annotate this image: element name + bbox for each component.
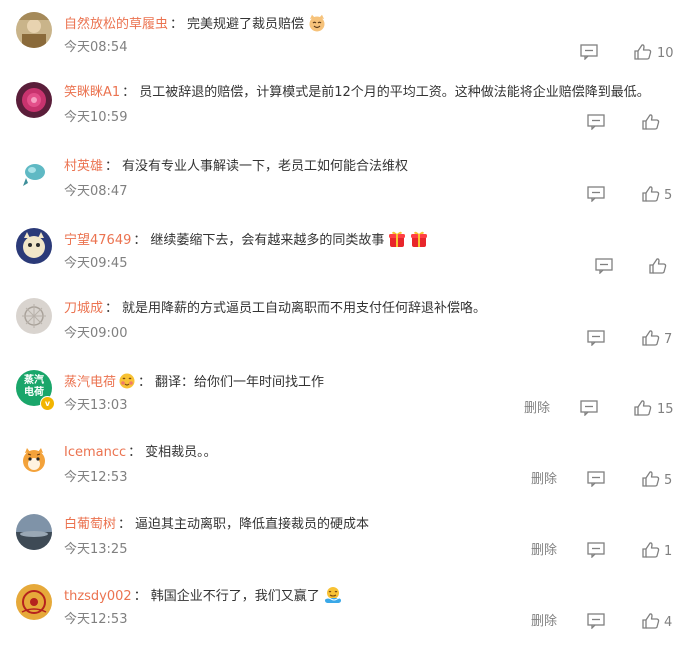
reply-icon[interactable] (587, 114, 605, 134)
username-link[interactable]: 白葡萄树 (64, 517, 116, 532)
username-link[interactable]: 蒸汽电荷 (64, 375, 116, 390)
avatar[interactable] (16, 514, 52, 550)
comment-time: 今天09:45 (64, 256, 128, 271)
comment-time: 今天13:25 (64, 542, 128, 557)
reply-icon[interactable] (587, 186, 605, 206)
comment-item: thzsdy002：韩国企业不行了，我们又赢了 今天12:53 删除 4 (0, 584, 690, 654)
avatar[interactable] (16, 298, 52, 334)
comment-item: 自然放松的草履虫：完美规避了裁员赔偿 今天08:54 10 (0, 12, 690, 82)
comment-item: 白葡萄树：逼迫其主动离职，降低直接裁员的硬成本 今天13:25 删除 1 (0, 514, 690, 584)
avatar[interactable] (16, 442, 52, 478)
avatar[interactable] (16, 12, 52, 48)
like-count: 5 (664, 473, 673, 488)
comment-time: 今天10:59 (64, 110, 128, 125)
reply-icon[interactable] (587, 613, 605, 633)
comment-text: 翻译：给你们一年时间找工作 (155, 375, 325, 390)
comment-item: 村英雄：有没有专业人事解读一下，老员工如何能合法维权 今天08:47 5 (0, 156, 690, 226)
verified-icon: v (40, 396, 55, 411)
comment-time: 今天12:53 (64, 470, 128, 485)
comment-text: 韩国企业不行了，我们又赢了 (150, 589, 320, 604)
avatar[interactable] (16, 228, 52, 264)
comment-text: 员工被辞退的赔偿，计算模式是前12个月的平均工资。这种做法能将企业赔偿降到最低。 (139, 85, 650, 100)
comment-text: 变相裁员。。 (145, 445, 217, 460)
reply-icon[interactable] (580, 400, 598, 420)
comment-time: 今天08:54 (64, 40, 128, 55)
like-count: 10 (657, 46, 674, 61)
like-icon[interactable] (642, 470, 660, 492)
username-link[interactable]: 宁望47649 (64, 233, 131, 248)
like-count: 15 (657, 402, 674, 417)
delete-button[interactable]: 删除 (531, 472, 557, 488)
username-link[interactable]: Icemancc (64, 445, 126, 460)
username-link[interactable]: 村英雄 (64, 159, 103, 174)
like-count: 1 (664, 544, 673, 559)
delete-button[interactable]: 删除 (524, 401, 550, 417)
avatar-text: 蒸汽 (24, 375, 44, 386)
comment-item: Icemancc：变相裁员。。 今天12:53 删除 5 (0, 442, 690, 512)
avatar[interactable] (16, 82, 52, 118)
like-icon[interactable] (642, 612, 660, 634)
comment-text: 逼迫其主动离职，降低直接裁员的硬成本 (135, 517, 370, 532)
delete-button[interactable]: 删除 (531, 543, 557, 559)
delete-button[interactable]: 删除 (531, 614, 557, 630)
like-count: 7 (664, 332, 673, 347)
like-count: 4 (664, 615, 673, 630)
reply-icon[interactable] (587, 471, 605, 491)
like-icon[interactable] (634, 399, 652, 421)
comment-time: 今天12:53 (64, 612, 128, 627)
like-count: 5 (664, 188, 673, 203)
reply-icon[interactable] (587, 330, 605, 350)
like-icon[interactable] (642, 329, 660, 351)
comment-text: 就是用降薪的方式逼员工自动离职而不用支付任何辞退补偿咯。 (122, 301, 487, 316)
like-icon[interactable] (642, 541, 660, 563)
username-link[interactable]: 笑眯眯A1 (64, 85, 120, 100)
like-icon[interactable] (649, 257, 667, 279)
comment-text: 完美规避了裁员赔偿 (187, 17, 305, 32)
like-icon[interactable] (642, 113, 660, 135)
comment-time: 今天09:00 (64, 326, 128, 341)
avatar[interactable] (16, 584, 52, 620)
comment-item: 蒸汽 电荷 v 蒸汽电荷：翻译：给你们一年时间找工作 今天13:03 删除 15 (0, 370, 690, 440)
comment-time: 今天08:47 (64, 184, 128, 199)
comment-item: 宁望47649：继续萎缩下去，会有越来越多的同类故事 今天09:45 (0, 228, 690, 298)
comment-item: 笑眯眯A1：员工被辞退的赔偿，计算模式是前12个月的平均工资。这种做法能将企业赔… (0, 82, 690, 152)
comment-text: 有没有专业人事解读一下，老员工如何能合法维权 (122, 159, 409, 174)
like-icon[interactable] (634, 43, 652, 65)
reply-icon[interactable] (595, 258, 613, 278)
username-link[interactable]: 刀城成 (64, 301, 103, 316)
avatar[interactable] (16, 156, 52, 192)
username-link[interactable]: thzsdy002 (64, 589, 132, 604)
reply-icon[interactable] (587, 542, 605, 562)
gift-icon (388, 230, 406, 248)
username-link[interactable]: 自然放松的草履虫 (64, 17, 168, 32)
comment-item: 刀城成：就是用降薪的方式逼员工自动离职而不用支付任何辞退补偿咯。 今天09:00… (0, 298, 690, 368)
swimming-emoji-icon (324, 586, 342, 604)
blush-emoji-icon (118, 372, 136, 390)
gift-icon (410, 230, 428, 248)
like-icon[interactable] (642, 185, 660, 207)
comment-time: 今天13:03 (64, 398, 128, 413)
comment-text: 继续萎缩下去，会有越来越多的同类故事 (150, 233, 385, 248)
reply-icon[interactable] (580, 44, 598, 64)
cat-emoji-icon (308, 14, 326, 32)
